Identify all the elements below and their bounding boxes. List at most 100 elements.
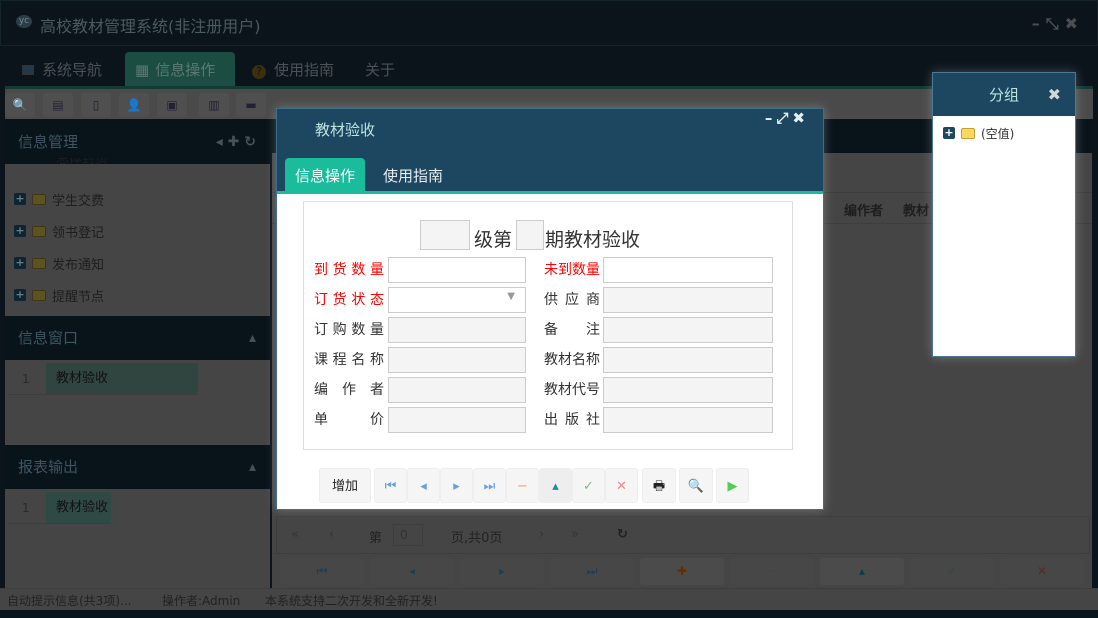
edit-icon[interactable]: ▥ [199,93,229,117]
delete-record-button[interactable]: − [506,468,539,503]
save-record-button[interactable]: ✓ [910,558,994,585]
field-input[interactable] [388,257,526,283]
field-input[interactable] [603,377,773,403]
monitor-icon[interactable]: ▣ [157,93,187,117]
prev-page-icon[interactable]: ‹ [329,527,334,542]
field-label: 教材代号 [544,382,600,398]
collapse-left-icon[interactable]: ◂ [216,134,223,150]
next-record-button[interactable]: ▸ [460,558,544,585]
grade-input[interactable] [420,220,470,250]
tree-item[interactable]: + 学生交费 [14,189,104,209]
tab-user-guide[interactable]: 使用指南 [373,158,453,191]
page-input[interactable]: 0 [393,524,423,546]
tree-item[interactable]: + 发布通知 [14,253,104,273]
tree-item[interactable]: 总体封页 [36,158,108,168]
users-icon[interactable]: 👤 [119,93,149,117]
next-record-button[interactable]: ▸ [440,468,473,503]
tab-info-operation[interactable]: ▦ 信息操作 [125,52,235,87]
first-page-icon[interactable]: « [291,527,299,542]
expand-icon[interactable]: + [14,289,26,301]
save-record-button[interactable]: ✓ [572,468,605,503]
period-input[interactable] [516,220,544,250]
last-record-button[interactable]: ⏭ [473,468,506,503]
refresh-icon[interactable]: ↻ [617,527,628,542]
last-record-button[interactable]: ⏭ [550,558,634,585]
field-input[interactable] [388,377,526,403]
tab-about[interactable]: 关于 [355,52,405,87]
tree-item[interactable]: + 提醒节点 [14,285,104,305]
add-button[interactable]: 增加 [319,468,371,503]
tree-item[interactable]: + (空值) [943,123,1014,143]
field-input[interactable] [388,347,526,373]
tab-user-guide[interactable]: ? 使用指南 [242,52,344,87]
dialog-controls: –⤢✖ [765,109,809,127]
field-label: 编 作 者 [314,382,384,398]
print-icon[interactable]: 🖶 [642,468,676,503]
order-status-select[interactable]: ▼ [388,287,526,313]
edit-record-button[interactable]: ▴ [820,558,904,585]
close-icon[interactable]: ✖ [792,109,809,127]
maximize-icon[interactable]: ⤢ [776,109,792,127]
collapse-up-icon[interactable]: ▴ [249,316,256,360]
close-icon[interactable]: ✖ [1065,14,1084,33]
column-header[interactable]: 教材 [903,200,929,219]
list-item[interactable]: 1 教材验收 [8,363,198,395]
delete-record-button[interactable]: − [730,558,814,585]
expand-icon[interactable]: + [943,127,955,139]
add-record-button[interactable]: ✚ [640,558,724,585]
preview-icon[interactable]: 🔍 [679,468,713,503]
minimize-icon[interactable]: – [1032,14,1046,33]
add-icon[interactable]: ✚ [228,134,240,150]
field-input[interactable] [603,347,773,373]
last-page-icon[interactable]: » [571,527,579,542]
list-icon[interactable]: ▤ [43,93,73,117]
folder-icon [32,193,46,205]
window-icon[interactable]: ▬ [236,93,266,117]
prev-record-button[interactable]: ◂ [370,558,454,585]
dialog-tabs: 信息操作 使用指南 [277,152,823,194]
minimize-icon[interactable]: – [765,109,777,127]
refresh-icon[interactable]: ↻ [244,134,256,150]
field-label: 未到数量 [544,262,600,278]
app-title: 高校教材管理系统(非注册用户) [40,17,261,36]
panel-header-info-window[interactable]: 信息窗口 ▴ [5,316,270,360]
column-header[interactable]: 编作者 [844,200,883,219]
run-icon[interactable]: ▶ [716,468,749,503]
field-label: 单 价 [314,412,384,428]
tab-system-nav[interactable]: 系统导航 [12,52,112,87]
textbook-acceptance-dialog: 教材验收 –⤢✖ 信息操作 使用指南 级第 期教材验收 到货数量 订货状态 ▼ 订购数… [276,108,824,510]
panel-tools: ◂ ✚ ↻ [216,120,256,164]
tab-info-operation[interactable]: 信息操作 [285,158,366,191]
field-input[interactable] [603,257,773,283]
field-label: 订购数量 [314,322,384,338]
folder-icon [32,289,46,301]
cancel-record-button[interactable]: ✕ [605,468,638,503]
panel-header-report[interactable]: 报表输出 ▴ [5,445,270,489]
expand-icon[interactable]: + [14,225,26,237]
field-input[interactable] [388,407,526,433]
expand-icon[interactable]: + [14,193,26,205]
window-controls: –⤡✖ [1032,14,1084,34]
document-icon[interactable]: ▯ [81,93,111,117]
collapse-up-icon[interactable]: ▴ [249,445,256,489]
close-icon[interactable]: ✖ [1048,85,1061,104]
search-icon[interactable]: 🔍 [5,93,35,117]
tree-item[interactable]: + 领书登记 [14,221,104,241]
folder-icon [32,225,46,237]
field-input[interactable] [603,317,773,343]
expand-icon[interactable]: + [14,257,26,269]
field-input[interactable] [388,317,526,343]
first-record-button[interactable]: ⏮ [280,558,364,585]
field-input[interactable] [603,407,773,433]
edit-record-button[interactable]: ▴ [539,468,572,503]
list-item[interactable]: 1 教材验收 [8,492,111,524]
field-input[interactable] [603,287,773,313]
cancel-record-button[interactable]: ✕ [1000,558,1084,585]
prev-record-button[interactable]: ◂ [407,468,440,503]
first-record-button[interactable]: ⏮ [374,468,407,503]
pager: « ‹ 第 0 页,共0页 › » ↻ [276,516,1090,554]
folder-icon [961,127,975,139]
restore-icon[interactable]: ⤡ [1046,14,1065,33]
field-label: 订货状态 [314,292,384,308]
next-page-icon[interactable]: › [539,527,544,542]
